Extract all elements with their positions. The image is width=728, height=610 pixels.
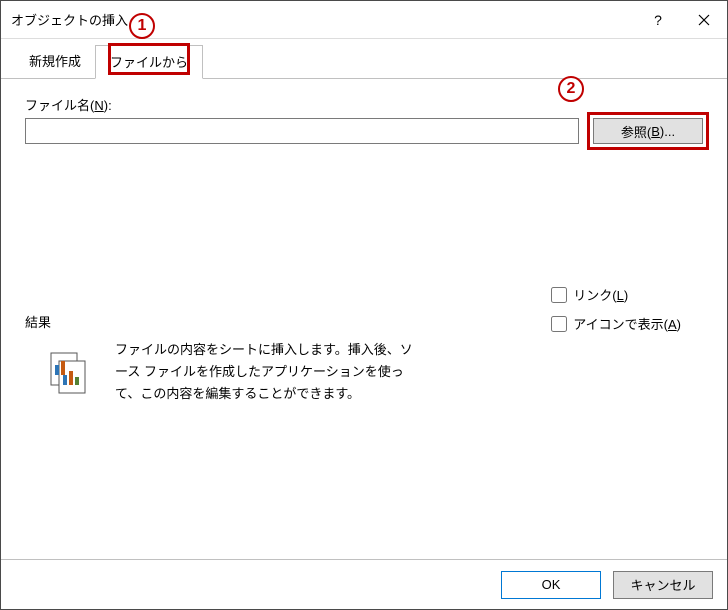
link-checkbox[interactable] — [551, 287, 567, 303]
result-description: ファイルの内容をシートに挿入します。挿入後、ソース ファイルを作成したアプリケー… — [115, 339, 415, 405]
link-checkbox-label: リンク(L) — [573, 285, 628, 304]
displayicon-checkbox-row[interactable]: アイコンで表示(A) — [551, 314, 681, 333]
close-icon — [698, 14, 710, 26]
annotation-badge-2: 2 — [558, 76, 584, 102]
displayicon-checkbox-label: アイコンで表示(A) — [573, 314, 681, 333]
close-button[interactable] — [681, 1, 727, 39]
annotation-badge-1: 1 — [129, 13, 155, 39]
dialog-title: オブジェクトの挿入 — [11, 10, 635, 29]
result-body: ファイルの内容をシートに挿入します。挿入後、ソース ファイルを作成したアプリケー… — [25, 339, 703, 405]
dialog-body: 2 ファイル名(N): 参照(B)... リンク — [1, 79, 727, 559]
dialog-insert-object: オブジェクトの挿入 ? 1 新規作成 ファイルから 2 ファイル名(N): — [0, 0, 728, 610]
titlebar: オブジェクトの挿入 ? — [1, 1, 727, 39]
annotation-highlight-1 — [108, 43, 190, 75]
filename-input[interactable] — [25, 118, 579, 144]
filename-section: ファイル名(N): 参照(B)... — [25, 95, 703, 144]
tab-new[interactable]: 新規作成 — [15, 45, 95, 78]
embed-file-icon — [45, 351, 95, 391]
link-checkbox-row[interactable]: リンク(L) — [551, 285, 681, 304]
filename-row: 参照(B)... — [25, 118, 703, 144]
cancel-button[interactable]: キャンセル — [613, 571, 713, 599]
displayicon-checkbox[interactable] — [551, 316, 567, 332]
window-buttons: ? — [635, 1, 727, 38]
help-button[interactable]: ? — [635, 1, 681, 39]
annotation-highlight-2 — [587, 112, 709, 150]
dialog-footer: OK キャンセル — [1, 559, 727, 609]
checkbox-group: リンク(L) アイコンで表示(A) — [551, 285, 681, 333]
ok-button[interactable]: OK — [501, 571, 601, 599]
